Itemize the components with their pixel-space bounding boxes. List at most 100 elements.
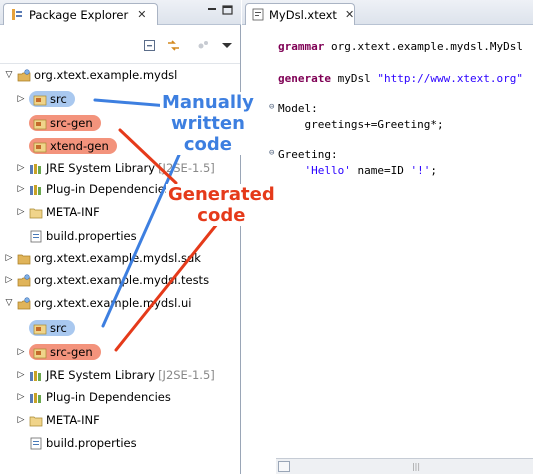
collapsed-chevron-icon[interactable]: ▷ (4, 253, 14, 263)
source-folder-icon (33, 140, 47, 153)
fold-collapse-icon[interactable]: ⊖ (269, 148, 274, 158)
package-explorer-view: Package Explorer ✕ ▽ org.xtext.example.m… (0, 0, 241, 474)
annotation-line: code (197, 205, 246, 226)
library-icon (29, 162, 43, 175)
minimize-icon[interactable] (207, 5, 217, 18)
code-text: ; (430, 164, 437, 177)
view-menu-icon[interactable] (221, 39, 236, 52)
maximize-icon[interactable] (222, 5, 233, 18)
library-icon (29, 183, 43, 196)
tree-item-ui-src-gen[interactable]: ▷ src-gen (16, 343, 101, 361)
tree-item-project-sdk[interactable]: ▷ org.xtext.example.mydsl.sdk (4, 249, 201, 267)
tree-item-project-tests[interactable]: ▷ org.xtext.example.mydsl.tests (4, 271, 210, 289)
tree-item-src[interactable]: ▷ src (16, 90, 75, 108)
tree-item-jre-library[interactable]: ▷ JRE System Library [J2SE-1.5] (16, 159, 215, 177)
collapse-all-icon[interactable] (143, 39, 158, 52)
tree-item-ui-jre-library[interactable]: ▷ JRE System Library [J2SE-1.5] (16, 366, 215, 384)
tree-item-meta-inf[interactable]: ▷ META-INF (16, 203, 100, 221)
tab-package-explorer-label: Package Explorer (29, 7, 129, 22)
expanded-chevron-icon[interactable]: ▽ (4, 298, 14, 308)
tree-item-label: JRE System Library (46, 368, 156, 382)
collapsed-chevron-icon[interactable]: ▷ (16, 347, 26, 357)
properties-file-icon (29, 230, 43, 243)
collapsed-chevron-icon[interactable]: ▷ (16, 94, 26, 104)
view-options-icon[interactable] (196, 39, 211, 52)
collapsed-chevron-icon[interactable]: ▷ (16, 392, 26, 402)
tree-item-label: src-gen (50, 116, 93, 130)
xtext-file-icon (251, 8, 265, 21)
tree-item-label: Plug-in Dependencies (46, 390, 171, 404)
annotation-line: Manually (162, 92, 254, 113)
editor-tab-label: MyDsl.xtext (269, 7, 337, 22)
src-gen-folder-highlight: src-gen (29, 344, 101, 360)
tree-item-label: org.xtext.example.mydsl.tests (34, 273, 210, 287)
scroll-left-button[interactable] (278, 461, 290, 472)
code-line-greetings: greetings+=Greeting*; (278, 118, 444, 131)
editor-area: MyDsl.xtext ✕ grammar org.xtext.example.… (242, 0, 533, 474)
tree-item-label: src (50, 321, 67, 335)
tab-mydsl-xtext[interactable]: MyDsl.xtext ✕ (245, 3, 355, 25)
tree-item-plugin-dependencies[interactable]: ▷ Plug-in Dependencies (16, 180, 171, 198)
close-icon[interactable]: ✕ (345, 8, 354, 21)
horizontal-scrollbar[interactable]: ||| (276, 458, 533, 474)
tree-item-xtend-gen[interactable]: xtend-gen (29, 137, 117, 155)
source-folder-icon (33, 346, 47, 359)
tree-item-src-gen[interactable]: src-gen (29, 114, 101, 132)
tree-item-label: JRE System Library (46, 161, 156, 175)
package-explorer-tabbar: Package Explorer ✕ (0, 0, 241, 25)
generated-code-annotation: Generated code (166, 184, 277, 226)
tree-item-label: META-INF (46, 413, 100, 427)
tree-item-project-ui[interactable]: ▽ org.xtext.example.mydsl.ui (4, 294, 192, 312)
tree-item-ui-src[interactable]: src (29, 319, 75, 337)
close-icon[interactable]: ✕ (137, 8, 146, 21)
tree-item-label: org.xtext.example.mydsl.ui (34, 296, 192, 310)
library-icon (29, 369, 43, 382)
link-with-editor-icon[interactable] (166, 39, 181, 52)
library-icon (29, 391, 43, 404)
code-text: myDsl (330, 72, 378, 85)
collapsed-chevron-icon[interactable]: ▷ (16, 184, 26, 194)
xtend-gen-folder-highlight: xtend-gen (29, 138, 117, 154)
source-folder-icon (33, 93, 47, 106)
tree-item-ui-meta-inf[interactable]: ▷ META-INF (16, 411, 100, 429)
tree-item-label: Plug-in Dependencies (46, 182, 171, 196)
keyword-grammar: grammar (278, 40, 325, 53)
code-line-model: Model: (278, 102, 318, 115)
scroll-thumb[interactable]: ||| (396, 461, 436, 472)
fold-collapse-icon[interactable]: ⊖ (269, 102, 274, 112)
tree-item-ui-plugin-dependencies[interactable]: ▷ Plug-in Dependencies (16, 388, 171, 406)
code-line-generate: generate myDsl "http://www.xtext.org" (278, 72, 523, 85)
tree-item-label: org.xtext.example.mydsl (34, 68, 178, 82)
editor-tabbar: MyDsl.xtext ✕ (242, 0, 533, 25)
collapsed-chevron-icon[interactable]: ▷ (16, 207, 26, 217)
tree-item-suffix: [J2SE-1.5] (158, 368, 215, 382)
collapsed-chevron-icon[interactable]: ▷ (16, 163, 26, 173)
tree-item-ui-build-properties[interactable]: build.properties (29, 434, 137, 452)
editor-gutter (242, 26, 264, 456)
tree-item-label: src (50, 92, 67, 106)
collapsed-chevron-icon[interactable]: ▷ (16, 415, 26, 425)
folder-icon (29, 206, 43, 219)
annotation-line: code (183, 134, 233, 155)
properties-file-icon (29, 437, 43, 450)
plugin-project-icon (17, 273, 31, 287)
collapsed-chevron-icon[interactable]: ▷ (16, 370, 26, 380)
code-text: name=ID (350, 164, 411, 177)
code-editor[interactable]: grammar org.xtext.example.mydsl.MyDsl ge… (264, 26, 533, 456)
code-text: org.xtext.example.mydsl.MyDsl (324, 40, 524, 53)
source-folder-icon (33, 322, 47, 335)
tab-package-explorer[interactable]: Package Explorer ✕ (3, 3, 158, 25)
tree-item-label: xtend-gen (50, 139, 109, 153)
string-literal: 'Hello' (304, 164, 351, 177)
code-line-greeting-rule: Greeting: (278, 148, 338, 161)
tree-item-label: META-INF (46, 205, 100, 219)
string-literal: "http://www.xtext.org" (377, 72, 524, 85)
collapsed-chevron-icon[interactable]: ▷ (4, 275, 14, 285)
tree-item-project-mydsl[interactable]: ▽ org.xtext.example.mydsl (4, 66, 178, 84)
annotation-line: written (171, 113, 245, 134)
tree-item-label: build.properties (46, 229, 137, 243)
tree-item-build-properties[interactable]: build.properties (29, 227, 137, 245)
string-literal: '!' (410, 164, 431, 177)
expanded-chevron-icon[interactable]: ▽ (4, 70, 14, 80)
plugin-project-icon (17, 68, 31, 82)
